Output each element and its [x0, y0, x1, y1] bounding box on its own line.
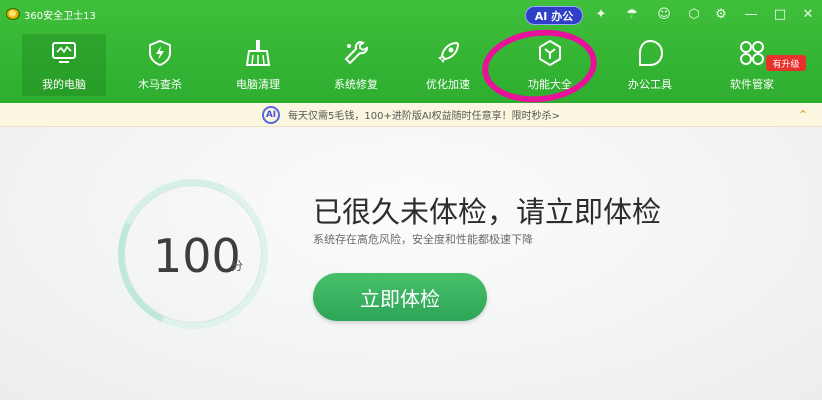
collapse-chevron-icon[interactable]: ⌃ — [798, 108, 808, 122]
nav-label: 软件管家 — [730, 78, 774, 91]
main-nav: 我的电脑 木马查杀 电脑清理 系统修复 优化加速 功能大全 办公工具 软件管家 — [20, 34, 822, 98]
app-title-text: 360安全卫士13 — [24, 10, 96, 22]
hexagon-y-icon — [539, 39, 561, 67]
shield-bolt-icon — [149, 39, 171, 67]
nav-item-cleanup[interactable]: 电脑清理 — [216, 34, 300, 96]
main-panel: 100 分 已很久未体检，请立即体检 系统存在高危风险，安全度和性能都极速下降 … — [0, 127, 822, 400]
app-title: 360安全卫士13 — [6, 6, 96, 22]
grid-icon — [740, 41, 764, 65]
upgrade-badge: 有升级 — [766, 55, 806, 71]
promo-bar[interactable]: AI 每天仅需5毛钱，100+进阶版AI权益随时任意享！限时秒杀> ⌃ — [0, 103, 822, 127]
user-avatar-icon[interactable]: ☺ — [656, 7, 672, 23]
check-subline: 系统存在高危风险，安全度和性能都极速下降 — [313, 233, 533, 246]
check-headline: 已很久未体检，请立即体检 — [313, 195, 662, 229]
promo-text[interactable]: 每天仅需5毛钱，100+进阶版AI权益随时任意享！限时秒杀> — [288, 107, 560, 122]
broom-icon — [245, 40, 271, 66]
nav-label: 办公工具 — [628, 78, 672, 91]
umbrella-icon[interactable]: ☂ — [624, 7, 640, 23]
nav-item-system-repair[interactable]: 系统修复 — [314, 34, 398, 96]
ai-office-button[interactable]: AI 办公 — [525, 6, 583, 25]
monitor-icon — [52, 42, 76, 63]
check-now-button[interactable]: 立即体检 — [313, 273, 487, 321]
nav-item-trojan-scan[interactable]: 木马查杀 — [118, 34, 202, 96]
settings-diamond-icon[interactable]: ✦ — [593, 7, 609, 23]
nav-label: 我的电脑 — [42, 78, 86, 91]
nav-label: 系统修复 — [334, 78, 378, 91]
score-value: 100 — [153, 229, 241, 283]
menu-icon[interactable]: ⚙ — [713, 7, 729, 23]
maximize-icon[interactable]: □ — [772, 7, 788, 23]
minimize-icon[interactable]: — — [743, 7, 759, 23]
nav-label: 功能大全 — [528, 78, 572, 91]
close-icon[interactable]: ✕ — [800, 7, 816, 23]
title-bar: 360安全卫士13 AI 办公 ✦ ☂ ☺ ⬡ ⚙ — □ ✕ — [0, 0, 822, 30]
nav-label: 电脑清理 — [236, 78, 280, 91]
score-unit: 分 — [231, 259, 244, 273]
nav-item-speedup[interactable]: 优化加速 — [406, 34, 490, 96]
nav-item-office-tools[interactable]: 办公工具 — [608, 34, 692, 96]
skin-icon[interactable]: ⬡ — [686, 7, 702, 23]
ai-mark-icon: AI — [262, 105, 280, 124]
nav-label: 优化加速 — [426, 78, 470, 91]
nav-item-my-computer[interactable]: 我的电脑 — [22, 34, 106, 96]
nav-label: 木马查杀 — [138, 78, 182, 91]
wrench-icon — [344, 40, 369, 65]
app-logo-icon — [6, 8, 20, 20]
nav-item-feature-center[interactable]: 功能大全 — [508, 34, 592, 96]
top-header: 360安全卫士13 AI 办公 ✦ ☂ ☺ ⬡ ⚙ — □ ✕ 我的电脑 木马查… — [0, 0, 822, 106]
rocket-icon — [438, 41, 460, 63]
leaf-icon — [639, 39, 664, 66]
